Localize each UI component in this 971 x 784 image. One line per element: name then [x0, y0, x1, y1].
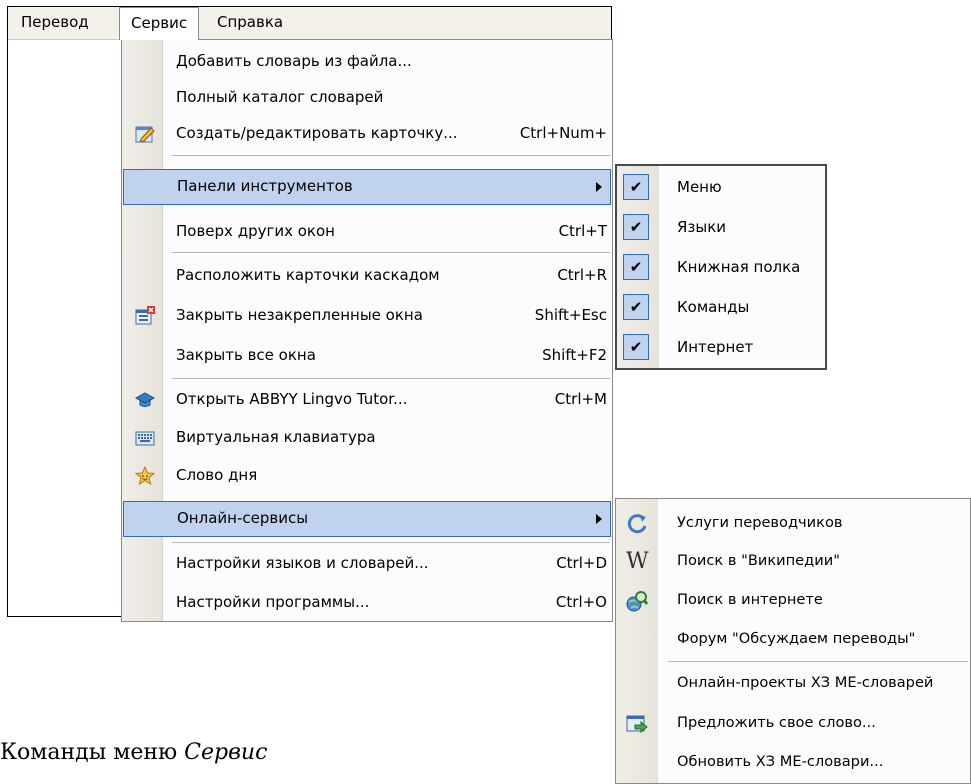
shortcut-label: Ctrl+R: [557, 266, 607, 284]
separator: [172, 155, 610, 156]
menu-bar: Перевод Сервис Справка: [8, 7, 611, 40]
toolbar-item-internet[interactable]: ✔ Интернет: [617, 331, 825, 371]
menu-perevod[interactable]: Перевод: [10, 7, 100, 38]
menu-item-label: Поверх других окон: [176, 222, 335, 240]
menu-item-word-of-day[interactable]: Слово дня: [123, 458, 611, 494]
menu-item-label: Расположить карточки каскадом: [176, 266, 440, 284]
star-icon: [135, 466, 155, 486]
shortcut-label: Ctrl+T: [558, 222, 607, 240]
separator: [172, 252, 610, 253]
shortcut-label: Ctrl+M: [554, 390, 607, 408]
caption-emphasis: Сервис: [184, 740, 268, 765]
menu-item-lingvo-tutor[interactable]: Открыть ABBYY Lingvo Tutor... Ctrl+M: [123, 382, 611, 418]
online-item-projects[interactable]: Онлайн-проекты ХЗ МЕ-словарей: [616, 664, 970, 702]
checkmark-icon: ✔: [623, 334, 649, 360]
online-item-forum[interactable]: Форум "Обсуждаем переводы": [616, 620, 970, 658]
shortcut-label: Shift+F2: [542, 346, 607, 364]
menu-item-label: Слово дня: [176, 466, 258, 484]
keyboard-icon: [135, 431, 155, 446]
online-item-web-search[interactable]: Поиск в интернете: [616, 581, 970, 619]
toolbar-item-label: Команды: [677, 298, 750, 316]
shortcut-label: Ctrl+D: [556, 554, 607, 572]
separator: [668, 661, 968, 662]
submenu-arrow-icon: [596, 514, 602, 524]
menu-item-label: Настройки языков и словарей...: [176, 554, 429, 572]
menu-item-label: Виртуальная клавиатура: [176, 428, 376, 446]
web-search-icon: [626, 591, 648, 612]
menu-item-close-unpinned[interactable]: Закрыть незакрепленные окна Shift+Esc: [123, 298, 611, 334]
suggest-word-icon: [626, 715, 648, 734]
toolbar-item-commands[interactable]: ✔ Команды: [617, 291, 825, 331]
menu-item-virtual-keyboard[interactable]: Виртуальная клавиатура: [123, 420, 611, 456]
menu-item-toolbars[interactable]: Панели инструментов: [123, 169, 611, 205]
menu-item-label: Создать/редактировать карточку...: [176, 124, 458, 142]
online-item-label: Форум "Обсуждаем переводы": [677, 630, 916, 647]
menu-item-close-all[interactable]: Закрыть все окна Shift+F2: [123, 338, 611, 374]
menu-item-cascade[interactable]: Расположить карточки каскадом Ctrl+R: [123, 258, 611, 294]
separator: [172, 378, 610, 379]
separator: [172, 542, 610, 543]
online-item-label: Онлайн-проекты ХЗ МЕ-словарей: [677, 674, 934, 691]
shortcut-label: Shift+Esc: [534, 306, 607, 324]
toolbars-submenu: ✔ Меню ✔ Языки ✔ Книжная полка ✔ Команды…: [615, 164, 827, 370]
figure-caption: Команды меню Сервис: [0, 740, 267, 765]
online-services-submenu: Услуги переводчиков W Поиск в "Википедии…: [615, 498, 971, 784]
shortcut-label: Ctrl+O: [555, 593, 607, 611]
menu-item-label: Добавить словарь из файла...: [176, 52, 412, 70]
service-dropdown: Добавить словарь из файла... Полный ката…: [121, 39, 613, 622]
checkmark-icon: ✔: [623, 214, 649, 240]
submenu-arrow-icon: [596, 182, 602, 192]
menu-item-label: Полный каталог словарей: [176, 88, 384, 106]
online-item-label: Предложить свое слово...: [677, 714, 876, 731]
menu-item-full-catalog[interactable]: Полный каталог словарей: [123, 80, 611, 116]
toolbar-item-label: Меню: [677, 178, 722, 196]
checkmark-icon: ✔: [623, 254, 649, 280]
menu-item-add-dictionary[interactable]: Добавить словарь из файла...: [123, 44, 611, 80]
translator-services-icon: [627, 514, 647, 534]
toolbar-item-label: Языки: [677, 218, 727, 236]
menu-spravka[interactable]: Справка: [206, 7, 294, 38]
menu-servis[interactable]: Сервис: [119, 7, 200, 40]
menu-item-edit-card[interactable]: Создать/редактировать карточку... Ctrl+N…: [123, 116, 611, 152]
menu-item-label: Закрыть незакрепленные окна: [176, 306, 423, 324]
menu-item-online-services[interactable]: Онлайн-сервисы: [123, 501, 611, 537]
online-item-label: Поиск в "Википедии": [677, 552, 840, 569]
toolbar-item-bookshelf[interactable]: ✔ Книжная полка: [617, 251, 825, 291]
online-item-label: Услуги переводчиков: [677, 514, 843, 531]
menu-item-label: Открыть ABBYY Lingvo Tutor...: [176, 390, 408, 408]
menu-item-always-on-top[interactable]: Поверх других окон Ctrl+T: [123, 214, 611, 250]
menu-item-label: Панели инструментов: [177, 177, 353, 195]
online-item-wikipedia[interactable]: W Поиск в "Википедии": [616, 542, 970, 580]
online-item-label: Обновить ХЗ МЕ-словари...: [677, 753, 884, 770]
toolbar-item-languages[interactable]: ✔ Языки: [617, 211, 825, 251]
online-item-suggest-word[interactable]: Предложить свое слово...: [616, 704, 970, 742]
checkmark-icon: ✔: [623, 174, 649, 200]
toolbar-item-menu[interactable]: ✔ Меню: [617, 171, 825, 211]
menu-item-label: Настройки программы...: [176, 593, 370, 611]
online-item-translators[interactable]: Услуги переводчиков: [616, 504, 970, 542]
toolbar-item-label: Книжная полка: [677, 258, 801, 276]
graduation-cap-icon: [135, 392, 155, 407]
caption-text: Команды меню: [0, 740, 185, 765]
online-item-update[interactable]: Обновить ХЗ МЕ-словари...: [616, 743, 970, 781]
close-windows-icon: [135, 306, 155, 325]
menu-item-language-settings[interactable]: Настройки языков и словарей... Ctrl+D: [123, 546, 611, 582]
toolbar-item-label: Интернет: [677, 338, 754, 356]
menu-item-label: Закрыть все окна: [176, 346, 316, 364]
menu-item-program-settings[interactable]: Настройки программы... Ctrl+O: [123, 585, 611, 621]
shortcut-label: Ctrl+Num+: [519, 124, 607, 142]
online-item-label: Поиск в интернете: [677, 591, 823, 608]
checkmark-icon: ✔: [623, 294, 649, 320]
menu-item-label: Онлайн-сервисы: [177, 509, 309, 527]
wikipedia-icon: W: [626, 549, 649, 574]
edit-card-icon: [135, 126, 155, 143]
